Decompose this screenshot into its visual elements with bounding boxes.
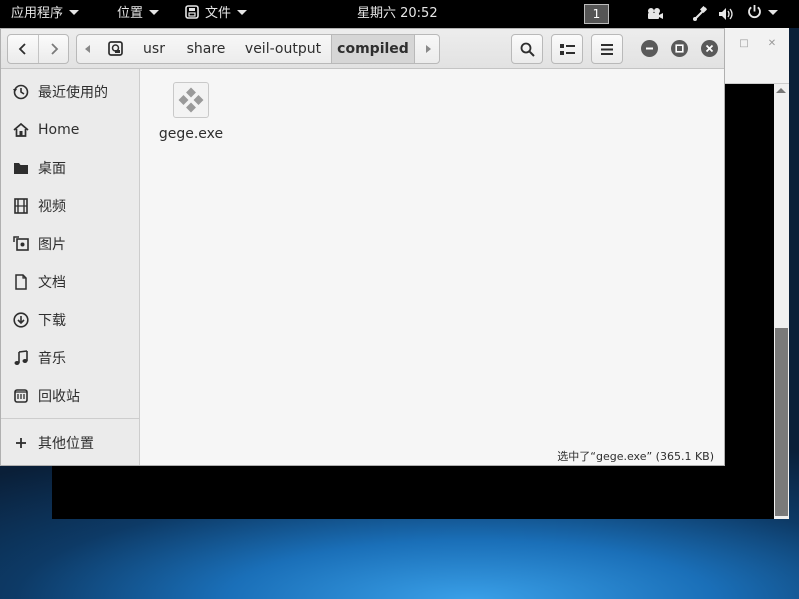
sidebar-item-label: Home [38, 122, 80, 138]
path-segment-share[interactable]: share [177, 35, 235, 63]
path-segment-compiled[interactable]: compiled [331, 35, 415, 63]
clock-label: 星期六 20:52 [357, 6, 438, 21]
sidebar-item-label: 最近使用的 [38, 85, 108, 101]
download-icon [13, 312, 29, 328]
sidebar-item-label: 下载 [38, 313, 66, 329]
navigation-buttons [7, 34, 69, 64]
power-icon [748, 5, 761, 19]
sidebar-divider [1, 418, 139, 419]
file-view[interactable]: gege.exe 选中了“gege.exe” (365.1 KB) [141, 69, 724, 465]
search-button[interactable] [511, 34, 543, 64]
sidebar-item-label: 图片 [38, 237, 66, 253]
files-label: 文件 [205, 6, 232, 21]
picture-icon [13, 236, 29, 252]
drive-icon [107, 41, 123, 56]
headerbar: usr share veil-output compiled [1, 29, 724, 69]
minimize-icon [646, 47, 653, 50]
chevron-down-icon [149, 10, 160, 15]
path-scroll-right[interactable] [416, 35, 439, 63]
close-icon[interactable]: ✕ [765, 37, 779, 51]
camera-icon[interactable] [646, 7, 663, 21]
sidebar-item-videos[interactable]: 视频 [1, 189, 139, 223]
forward-button[interactable] [39, 35, 69, 63]
search-icon [520, 42, 535, 57]
video-icon [13, 198, 29, 214]
clock-icon [13, 84, 29, 100]
path-segment-veil-output[interactable]: veil-output [235, 35, 331, 63]
menu-button[interactable] [591, 34, 623, 64]
network-icon[interactable] [692, 5, 708, 22]
sidebar-item-downloads[interactable]: 下载 [1, 303, 139, 337]
triangle-right-icon [425, 45, 431, 53]
close-icon [705, 44, 714, 53]
sidebar-item-home[interactable]: Home [1, 113, 139, 147]
chevron-down-icon [237, 10, 248, 15]
sidebar-item-label: 音乐 [38, 351, 66, 367]
sidebar-item-pictures[interactable]: 图片 [1, 227, 139, 261]
sidebar-item-label: 回收站 [38, 389, 80, 405]
document-icon [13, 274, 29, 290]
sidebar-item-desktop[interactable]: 桌面 [1, 151, 139, 185]
path-root-button[interactable] [99, 35, 131, 63]
top-panel: 应用程序 位置 文件 星期六 20:52 1 [0, 0, 799, 28]
file-name: gege.exe [158, 126, 224, 142]
file-manager-window: usr share veil-output compiled 最近使用的 Hom… [0, 28, 725, 466]
sidebar: 最近使用的 Home 桌面 视频 图片 文档 下载 音乐 回收站 其他位置 [1, 69, 140, 465]
chevron-down-icon [69, 10, 80, 15]
sidebar-item-label: 其他位置 [38, 436, 94, 452]
places-menu[interactable]: 位置 [117, 0, 160, 28]
workspace-indicator[interactable]: 1 [584, 4, 609, 24]
view-mode-button[interactable] [551, 34, 583, 64]
close-button[interactable] [701, 40, 718, 57]
music-icon [13, 350, 29, 366]
maximize-icon [675, 44, 684, 53]
home-icon [13, 122, 29, 138]
sidebar-item-trash[interactable]: 回收站 [1, 379, 139, 413]
background-scrollbar[interactable] [774, 84, 789, 519]
maximize-icon[interactable]: □ [737, 37, 751, 51]
volume-icon[interactable] [718, 7, 736, 21]
triangle-left-icon [85, 45, 90, 53]
sidebar-item-label: 文档 [38, 275, 66, 291]
list-view-icon [559, 43, 575, 55]
minimize-button[interactable] [641, 40, 658, 57]
background-window-titlebar: □ ✕ [724, 28, 789, 84]
executable-icon [173, 82, 209, 118]
hamburger-icon [601, 43, 613, 55]
sidebar-item-label: 视频 [38, 199, 66, 215]
chevron-down-icon [768, 10, 778, 15]
places-label: 位置 [117, 6, 144, 21]
power-menu[interactable] [747, 0, 778, 28]
sidebar-item-recent[interactable]: 最近使用的 [1, 75, 139, 109]
scrollbar-thumb[interactable] [775, 328, 788, 516]
back-button[interactable] [8, 35, 38, 63]
files-app-menu[interactable]: 文件 [185, 0, 248, 28]
path-segment-usr[interactable]: usr [131, 35, 177, 63]
file-cabinet-icon [185, 5, 199, 19]
chevron-right-icon [51, 43, 59, 55]
maximize-button[interactable] [671, 40, 688, 57]
desktop-icon [13, 160, 29, 176]
scroll-up-icon[interactable] [776, 88, 786, 93]
sidebar-item-documents[interactable]: 文档 [1, 265, 139, 299]
file-item[interactable]: gege.exe [155, 79, 227, 142]
path-scroll-left[interactable] [77, 35, 99, 63]
clock[interactable]: 星期六 20:52 [357, 0, 438, 28]
scroll-down-icon[interactable] [776, 510, 786, 515]
status-bar: 选中了“gege.exe” (365.1 KB) [557, 450, 714, 463]
applications-menu[interactable]: 应用程序 [11, 0, 80, 28]
path-bar: usr share veil-output compiled [76, 34, 440, 64]
trash-icon [13, 388, 29, 404]
plus-icon [13, 435, 29, 451]
sidebar-item-label: 桌面 [38, 161, 66, 177]
applications-label: 应用程序 [11, 6, 64, 21]
sidebar-item-music[interactable]: 音乐 [1, 341, 139, 375]
chevron-left-icon [18, 43, 26, 55]
sidebar-item-other-locations[interactable]: 其他位置 [1, 426, 139, 460]
